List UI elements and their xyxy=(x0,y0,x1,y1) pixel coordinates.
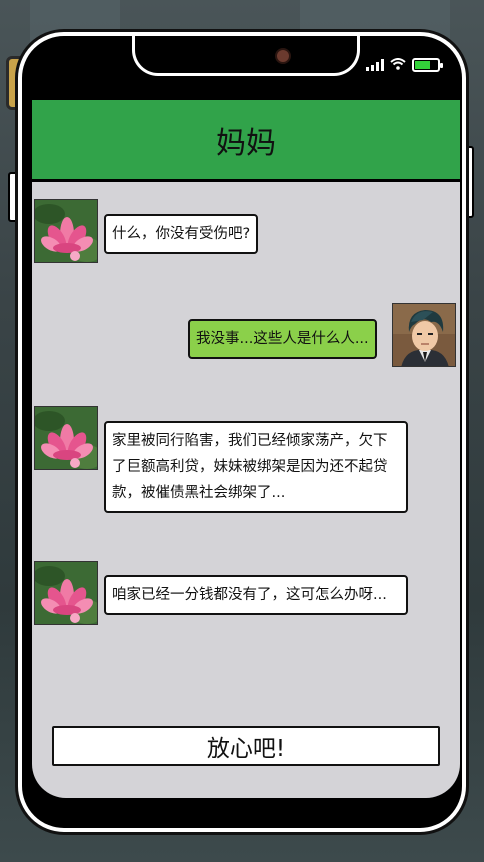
message-bubble-mom: 咱家已经一分钱都没有了，这可怎么办呀... xyxy=(104,575,408,615)
wifi-icon xyxy=(390,58,406,72)
status-bar xyxy=(366,58,443,72)
reply-option-button[interactable]: 放心吧! xyxy=(52,726,440,766)
message-bubble-mom: 家里被同行陷害，我们已经倾家荡产，欠下了巨额高利贷，妹妹被绑架是因为还不起贷款，… xyxy=(104,421,408,513)
message-text: 什么，你没有受伤吧? xyxy=(112,226,251,242)
battery-icon xyxy=(412,58,443,72)
chat-screen: 妈妈 什么，你没有受伤吧? 我没事...这些人是什么人... 家里被同行陷害，我… xyxy=(32,98,460,798)
message-text: 家里被同行陷害，我们已经倾家荡产，欠下了巨额高利贷，妹妹被绑架是因为还不起贷款，… xyxy=(112,433,388,501)
mom-avatar xyxy=(34,199,98,263)
chat-header: 妈妈 xyxy=(32,100,460,182)
phone-notch xyxy=(132,36,360,76)
phone-side-button-left xyxy=(8,172,18,222)
message-text: 咱家已经一分钱都没有了，这可怎么办呀... xyxy=(112,587,387,603)
mom-avatar xyxy=(34,561,98,625)
player-avatar xyxy=(392,303,456,367)
message-bubble-player: 我没事...这些人是什么人... xyxy=(188,319,377,359)
cellular-signal-icon xyxy=(366,59,384,71)
message-bubble-mom: 什么，你没有受伤吧? xyxy=(104,214,259,254)
reply-option-label: 放心吧! xyxy=(206,736,286,762)
front-camera-icon xyxy=(275,48,291,64)
message-text: 我没事...这些人是什么人... xyxy=(196,331,369,347)
contact-name: 妈妈 xyxy=(216,125,276,161)
phone-frame: 妈妈 什么，你没有受伤吧? 我没事...这些人是什么人... 家里被同行陷害，我… xyxy=(18,32,466,832)
mom-avatar xyxy=(34,406,98,470)
